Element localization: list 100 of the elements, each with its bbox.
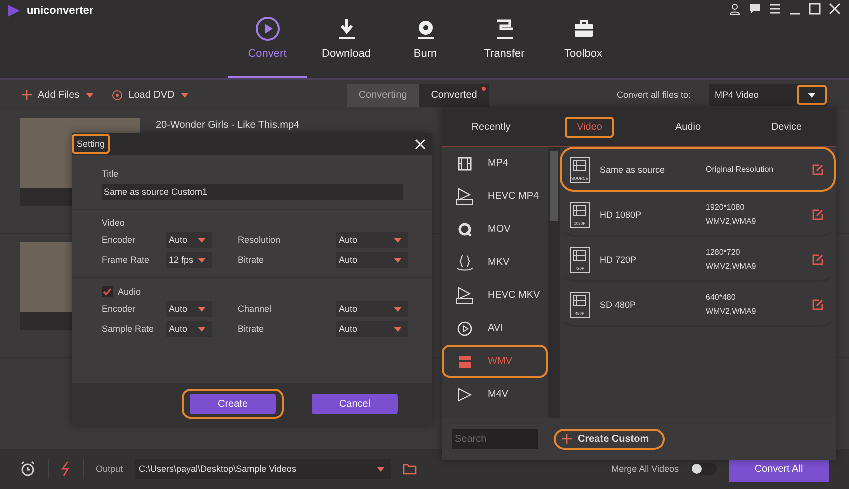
dropdown-field[interactable]: 12 fps xyxy=(166,252,212,268)
nav-tab[interactable]: Burn xyxy=(386,0,465,78)
nav-tab[interactable]: Download xyxy=(307,0,386,78)
view-tab[interactable]: Converting xyxy=(346,84,420,106)
caret-icon[interactable] xyxy=(198,306,206,312)
q-icon xyxy=(457,222,473,238)
format-tab[interactable]: Device xyxy=(759,116,814,138)
nav-tab[interactable]: Transfer xyxy=(465,0,544,78)
preset-name: HD 720P xyxy=(600,254,638,264)
triangle-icon xyxy=(457,388,473,402)
caret-icon[interactable] xyxy=(198,258,206,262)
caret-icon[interactable] xyxy=(394,238,402,242)
alarm-clock-icon[interactable] xyxy=(20,461,36,477)
field-label: Resolution xyxy=(238,235,282,245)
edit-icon[interactable] xyxy=(812,254,824,266)
preset-name: Same as source xyxy=(600,164,666,174)
field-label: Frame Rate xyxy=(102,255,151,265)
format-tab[interactable]: Recently xyxy=(460,116,523,138)
field-label: Encoder xyxy=(102,304,137,314)
nav-tab[interactable]: Convert xyxy=(228,0,307,78)
convert-all-label: Convert all files to: xyxy=(616,90,691,100)
load-dvd-button[interactable]: Load DVD xyxy=(112,90,189,100)
field-label: Bitrate xyxy=(238,324,266,334)
field-label: Sample Rate xyxy=(102,324,156,334)
format-item[interactable]: MKV xyxy=(442,246,548,279)
dropdown-field[interactable]: Auto xyxy=(166,232,212,248)
clapperboard-icon xyxy=(457,354,473,370)
merge-label: Merge All Videos xyxy=(612,464,679,474)
caret-icon[interactable] xyxy=(394,258,402,262)
caret-icon xyxy=(808,92,816,98)
output-path-field[interactable]: C:\Users\payal\Desktop\Sample Videos xyxy=(135,459,392,479)
folder-icon[interactable] xyxy=(403,463,418,475)
app-name: uniconverter xyxy=(27,5,94,17)
title-field[interactable]: Same as source Custom1 xyxy=(102,184,403,200)
preset-detail: 1920*1080 xyxy=(706,203,746,212)
lightning-icon[interactable] xyxy=(61,461,71,477)
merge-toggle[interactable] xyxy=(691,463,717,475)
scrollbar-thumb[interactable] xyxy=(550,151,558,221)
dialog-button[interactable]: Create xyxy=(182,389,284,419)
preset-name: HD 1080P xyxy=(600,210,643,220)
edit-icon[interactable] xyxy=(812,164,824,176)
preset-detail: WMV2,WMA9 xyxy=(706,262,758,271)
edit-icon[interactable] xyxy=(812,208,824,220)
field-label: Bitrate xyxy=(238,255,266,265)
view-tab[interactable]: Converted xyxy=(419,84,490,106)
format-item[interactable]: MOV xyxy=(442,213,548,246)
dropdown-button[interactable] xyxy=(797,85,827,105)
dropdown-field[interactable]: Auto xyxy=(336,301,408,317)
play-circle-icon xyxy=(254,16,280,42)
preset-detail: WMV2,WMA9 xyxy=(706,217,758,226)
dropdown-field[interactable]: Auto xyxy=(336,321,408,337)
dropdown-field[interactable]: Auto xyxy=(336,252,408,268)
title-label: Title xyxy=(102,169,120,179)
caret-icon[interactable] xyxy=(180,92,189,98)
search-field[interactable]: Search xyxy=(452,429,538,449)
output-label: Output xyxy=(96,464,124,474)
close-icon[interactable] xyxy=(415,138,426,150)
create-custom-button[interactable]: Create Custom xyxy=(554,428,666,450)
film-icon xyxy=(457,156,473,172)
menu-icon[interactable] xyxy=(769,3,781,15)
user-icon[interactable] xyxy=(729,3,741,15)
braces-icon xyxy=(456,254,474,270)
dropdown-field[interactable]: Auto xyxy=(166,321,212,337)
chat-icon[interactable] xyxy=(749,3,761,15)
preset-detail: Original Resolution xyxy=(706,165,775,174)
preset-detail: 1280*720 xyxy=(706,248,742,257)
preset-name: SD 480P xyxy=(600,300,638,310)
caret-icon[interactable] xyxy=(394,326,402,332)
caret-icon[interactable] xyxy=(86,92,94,98)
format-item[interactable]: HEVC MP4 xyxy=(442,180,548,213)
add-files-button[interactable]: Add Files xyxy=(22,90,94,100)
field-label: Channel xyxy=(238,304,273,314)
plus-icon xyxy=(562,434,572,444)
preset-detail: WMV2,WMA9 xyxy=(706,307,758,316)
caret-icon[interactable] xyxy=(198,326,206,332)
close-icon[interactable] xyxy=(829,3,841,15)
dropdown-field[interactable]: Auto xyxy=(166,301,212,317)
caret-icon[interactable] xyxy=(198,238,206,242)
caret-icon[interactable] xyxy=(377,466,386,472)
nav-tab[interactable]: Toolbox xyxy=(544,0,623,78)
field-label: Encoder xyxy=(102,235,137,245)
caret-icon[interactable] xyxy=(394,306,402,312)
section-label: Video xyxy=(102,218,126,228)
format-tab[interactable]: Audio xyxy=(663,116,714,138)
dropdown-field[interactable]: Auto xyxy=(336,232,408,248)
format-item[interactable]: AVI xyxy=(442,312,548,345)
maximize-icon[interactable] xyxy=(809,3,821,15)
format-tab[interactable]: Video xyxy=(565,116,614,138)
hevc-icon xyxy=(456,286,474,304)
format-item[interactable]: HEVC MKV xyxy=(442,279,548,312)
audio-checkbox[interactable] xyxy=(102,286,113,297)
edit-icon[interactable] xyxy=(812,298,824,310)
play-circle-icon xyxy=(457,320,473,336)
format-item[interactable]: M4V xyxy=(442,378,548,411)
section-label: Audio xyxy=(118,286,142,296)
file-name: 20-Wonder Girls - Like This.mp4 xyxy=(156,120,300,132)
format-select[interactable]: MP4 Video xyxy=(709,84,827,106)
logo-icon xyxy=(7,4,21,18)
preset-detail: 640*480 xyxy=(706,293,737,302)
format-item[interactable]: MP4 xyxy=(442,147,548,180)
